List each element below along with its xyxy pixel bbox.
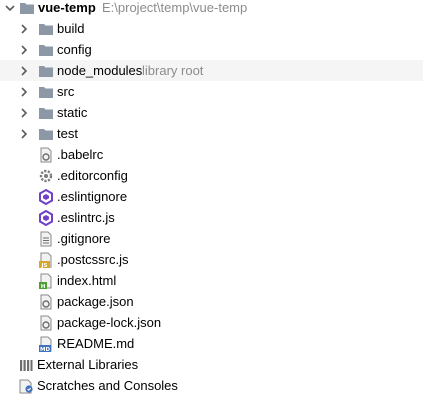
eslint-icon bbox=[38, 189, 54, 205]
tree-folder-config[interactable]: config bbox=[0, 39, 423, 60]
tree-file-gitignore[interactable]: .gitignore bbox=[0, 228, 423, 249]
tree-file-package-lock-json[interactable]: package-lock.json bbox=[0, 312, 423, 333]
file-label: .eslintrc.js bbox=[57, 210, 115, 225]
file-label: package-lock.json bbox=[57, 315, 162, 330]
project-path: E:\project\temp\vue-temp bbox=[102, 0, 248, 15]
html-file-icon: H bbox=[38, 273, 54, 289]
file-label: .babelrc bbox=[57, 147, 104, 162]
scratches-icon bbox=[18, 378, 34, 394]
external-libraries-label: External Libraries bbox=[37, 357, 139, 372]
tree-folder-src[interactable]: src bbox=[0, 81, 423, 102]
config-file-icon bbox=[38, 147, 54, 163]
folder-label: node_modules bbox=[57, 63, 143, 78]
js-file-icon: JS bbox=[38, 252, 54, 268]
folder-label: src bbox=[57, 84, 75, 99]
tree-file-babelrc[interactable]: .babelrc bbox=[0, 144, 423, 165]
config-file-icon bbox=[38, 294, 54, 310]
chevron-right-icon[interactable] bbox=[17, 123, 31, 144]
folder-icon bbox=[38, 63, 54, 79]
tree-root-row[interactable]: vue-temp E:\project\temp\vue-temp bbox=[0, 0, 423, 18]
chevron-right-icon[interactable] bbox=[17, 39, 31, 60]
markdown-file-icon: MD bbox=[38, 336, 54, 352]
file-label: .eslintignore bbox=[57, 189, 128, 204]
folder-label: build bbox=[57, 21, 85, 36]
folder-icon bbox=[38, 42, 54, 58]
js-badge: JS bbox=[40, 263, 47, 268]
config-file-icon bbox=[38, 315, 54, 331]
folder-label: test bbox=[57, 126, 78, 141]
tree-folder-test[interactable]: test bbox=[0, 123, 423, 144]
folder-label: config bbox=[57, 42, 92, 57]
md-badge: MD bbox=[40, 347, 50, 352]
chevron-right-icon[interactable] bbox=[17, 18, 31, 39]
library-root-hint: library root bbox=[142, 63, 204, 78]
tree-external-libraries[interactable]: External Libraries bbox=[0, 354, 423, 375]
eslint-icon bbox=[38, 210, 54, 226]
file-label: index.html bbox=[57, 273, 117, 288]
file-label: .postcssrc.js bbox=[57, 252, 129, 267]
html-badge: H bbox=[41, 284, 46, 289]
tree-file-eslintrc[interactable]: .eslintrc.js bbox=[0, 207, 423, 228]
tree-file-postcssrc[interactable]: JS .postcssrc.js bbox=[0, 249, 423, 270]
tree-folder-node-modules[interactable]: node_modules library root bbox=[0, 60, 423, 81]
folder-icon bbox=[38, 84, 54, 100]
folder-icon bbox=[38, 21, 54, 37]
chevron-down-icon[interactable] bbox=[3, 0, 17, 18]
file-label: .editorconfig bbox=[57, 168, 128, 183]
library-icon bbox=[18, 357, 34, 373]
folder-open-icon bbox=[19, 0, 35, 16]
file-label: README.md bbox=[57, 336, 135, 351]
tree-file-readme[interactable]: MD README.md bbox=[0, 333, 423, 354]
folder-label: static bbox=[57, 105, 88, 120]
project-name: vue-temp bbox=[38, 0, 96, 15]
gear-icon bbox=[38, 168, 54, 184]
scratches-label: Scratches and Consoles bbox=[37, 378, 178, 393]
tree-file-package-json[interactable]: package.json bbox=[0, 291, 423, 312]
tree-file-editorconfig[interactable]: .editorconfig bbox=[0, 165, 423, 186]
file-label: .gitignore bbox=[57, 231, 111, 246]
tree-folder-static[interactable]: static bbox=[0, 102, 423, 123]
file-label: package.json bbox=[57, 294, 134, 309]
text-file-icon bbox=[38, 231, 54, 247]
tree-folder-build[interactable]: build bbox=[0, 18, 423, 39]
folder-icon bbox=[38, 126, 54, 142]
chevron-right-icon[interactable] bbox=[17, 102, 31, 123]
tree-file-index-html[interactable]: H index.html bbox=[0, 270, 423, 291]
tree-file-eslintignore[interactable]: .eslintignore bbox=[0, 186, 423, 207]
chevron-right-icon[interactable] bbox=[17, 60, 31, 81]
folder-icon bbox=[38, 105, 54, 121]
chevron-right-icon[interactable] bbox=[17, 81, 31, 102]
tree-scratches-and-consoles[interactable]: Scratches and Consoles bbox=[0, 375, 423, 396]
